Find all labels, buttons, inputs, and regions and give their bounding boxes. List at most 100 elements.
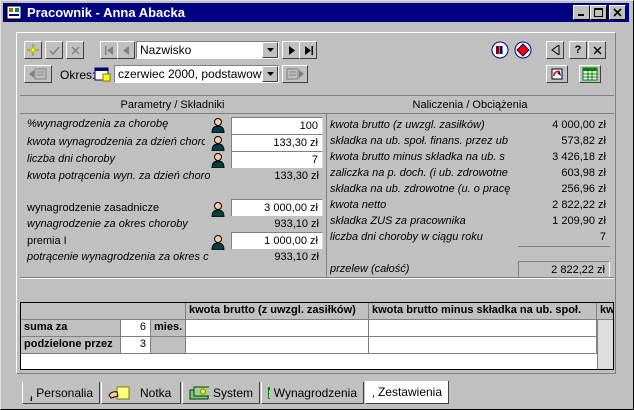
tab-personalia[interactable]: Personalia: [22, 382, 100, 404]
summary-grid[interactable]: kwota brutto (z uwzgl. zasiłków) kwota b…: [20, 302, 614, 370]
tab-label: Notka: [140, 385, 172, 400]
calc-value: 7: [518, 229, 610, 246]
spreadsheet-button[interactable]: [579, 65, 601, 83]
calc-label: składka na ub. zdrowotne (u. o pracę: [330, 183, 511, 195]
last-icon: [304, 45, 313, 55]
param-value: 933,10 zł: [231, 249, 323, 266]
period-label: Okres:: [60, 68, 96, 82]
grid-row-label: suma za: [21, 320, 121, 337]
param-label: premia I: [27, 235, 67, 247]
calc-value: 4 000,00 zł: [518, 117, 610, 134]
close-form-button[interactable]: [588, 41, 606, 59]
param-input[interactable]: 133,30 zł: [231, 134, 323, 152]
divider: [518, 246, 610, 247]
calc-label: kwota brutto (z uwzgl. zasiłków): [330, 119, 485, 131]
grid-input[interactable]: 3: [121, 337, 151, 354]
minimize-icon: [578, 14, 584, 16]
grid-column-header[interactable]: kwota brutto minus składka na ub. społ.: [369, 303, 597, 320]
help-button[interactable]: ?: [569, 41, 587, 59]
calc-label: składka na ub. społ. finans. przez ub: [330, 135, 508, 147]
sort-field-value: Nazwisko: [140, 43, 192, 57]
grid-cell[interactable]: [186, 320, 369, 337]
grid-input[interactable]: 6: [121, 320, 151, 337]
title-bar[interactable]: Pracownik - Anna Abacka: [3, 3, 629, 22]
grid-cell[interactable]: [369, 320, 597, 337]
transfer-label: przelew (całość): [330, 263, 410, 275]
param-input[interactable]: 3 000,00 zł: [231, 199, 323, 217]
param-input[interactable]: 7: [231, 151, 323, 169]
accept-button[interactable]: [45, 41, 63, 59]
new-record-button[interactable]: [24, 41, 42, 59]
person-icon[interactable]: [210, 117, 226, 133]
sort-field-select[interactable]: Nazwisko: [136, 41, 279, 59]
tab-zestawienia[interactable]: Zestawienia: [365, 381, 449, 404]
maximize-icon: [594, 8, 603, 17]
divider: [20, 278, 614, 279]
param-label: wynagrodzenie za okres choroby: [27, 218, 188, 230]
divider: [20, 95, 614, 96]
sort-dropdown-button[interactable]: [262, 42, 278, 58]
grid-cell[interactable]: [186, 337, 369, 354]
hand-note-icon: [108, 386, 130, 399]
minimize-button[interactable]: [573, 5, 590, 20]
back-button[interactable]: [546, 41, 564, 59]
chevron-down-icon: [266, 72, 274, 76]
grid-column-header[interactable]: kw: [597, 303, 613, 320]
books-icon: [491, 41, 509, 59]
transfer-value: 2 822,22 zł: [518, 261, 610, 278]
grid-corner: [21, 303, 186, 320]
grid-column-header[interactable]: kwota brutto (z uwzgl. zasiłków): [186, 303, 369, 320]
tab-label: System: [212, 385, 253, 400]
tab-wynagrodzenia[interactable]: Wynagrodzenia: [261, 382, 364, 404]
person-icon[interactable]: [210, 152, 226, 168]
tab-notka[interactable]: Notka: [101, 382, 181, 404]
right-section-header: Naliczenia / Obciążenia: [412, 99, 528, 111]
grid-unit: mies.: [151, 320, 186, 337]
tab-system[interactable]: System: [182, 382, 260, 404]
param-input[interactable]: 100: [231, 117, 323, 135]
period-select[interactable]: czerwiec 2000, podstawowy: [114, 65, 279, 83]
help-icon: ?: [574, 44, 582, 56]
first-record-button[interactable]: [100, 41, 118, 59]
calc-value: 1 209,90 zł: [518, 213, 610, 230]
param-label: %wynagrodzenia za chorobę: [27, 118, 169, 130]
refresh-button[interactable]: [546, 65, 568, 83]
person-icon[interactable]: [210, 201, 226, 217]
calc-value: 256,96 zł: [518, 181, 610, 198]
maximize-button[interactable]: [590, 5, 607, 20]
books-button[interactable]: [491, 41, 509, 59]
cancel-button[interactable]: [66, 41, 84, 59]
app-icon: [6, 5, 22, 20]
calendar-icon: [94, 67, 111, 82]
last-record-button[interactable]: [299, 41, 317, 59]
next-icon: [288, 45, 295, 55]
divider: [20, 113, 614, 114]
param-value: 933,10 zł: [231, 216, 323, 233]
money-icon: [189, 386, 209, 399]
calendar-forward-icon: [286, 68, 304, 80]
person-icon[interactable]: [210, 135, 226, 151]
period-forward-button[interactable]: [282, 65, 308, 83]
grid-unit: [151, 337, 186, 354]
tab-label: Personalia: [36, 385, 93, 400]
first-icon: [104, 45, 113, 55]
navigate-button[interactable]: [514, 41, 532, 59]
param-input[interactable]: 1 000,00 zł: [231, 232, 323, 250]
checkmark-icon: [48, 46, 60, 55]
close-icon: [593, 46, 601, 54]
param-label: kwota wynagrodzenia za dzień choro: [27, 136, 205, 148]
next-record-button[interactable]: [282, 41, 300, 59]
period-dropdown-button[interactable]: [262, 66, 278, 82]
grid-cell[interactable]: [369, 337, 597, 354]
person-icon: [30, 394, 33, 401]
vertical-scrollbar[interactable]: [597, 320, 613, 369]
close-window-button[interactable]: [609, 5, 626, 20]
left-triangle-icon: [550, 45, 559, 55]
person-icon[interactable]: [210, 234, 226, 250]
period-back-button[interactable]: [24, 65, 52, 83]
calc-label: kwota netto: [330, 199, 387, 211]
prev-record-button[interactable]: [117, 41, 135, 59]
left-section-header: Parametry / Składniki: [120, 99, 225, 111]
table-icon: [268, 386, 270, 399]
param-value: 133,30 zł: [231, 168, 323, 185]
